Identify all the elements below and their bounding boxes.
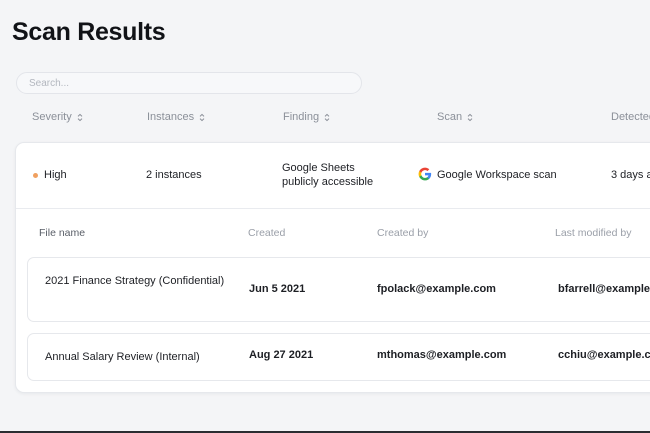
scan-value: Google Workspace scan: [437, 169, 557, 181]
file-row[interactable]: 2021 Finance Strategy (Confidential) Jun…: [27, 257, 650, 322]
search-input[interactable]: [17, 73, 361, 94]
sort-icon: [467, 113, 473, 121]
sub-header-created-by: Created by: [377, 227, 429, 239]
finding-summary-row[interactable]: High 2 instances Google Sheets publicly …: [16, 143, 650, 208]
sort-icon: [77, 113, 83, 121]
column-header-finding[interactable]: Finding: [283, 111, 330, 123]
created-by: fpolack@example.com: [377, 283, 496, 295]
last-modified-by: cchiu@example.com: [558, 349, 650, 361]
scan-result-card: High 2 instances Google Sheets publicly …: [15, 142, 650, 393]
search-box[interactable]: [16, 72, 362, 94]
file-name-link[interactable]: Annual Salary Review (Internal): [45, 349, 200, 365]
sub-header-file-name: File name: [39, 227, 86, 239]
column-header-label: Detected: [611, 111, 650, 123]
sub-header-created: Created: [248, 227, 286, 239]
severity-indicator-dot: [33, 173, 38, 178]
column-header-scan[interactable]: Scan: [437, 111, 473, 123]
last-modified-by: bfarrell@example.com: [558, 283, 650, 295]
page-title: Scan Results: [12, 18, 166, 46]
sort-icon: [199, 113, 205, 121]
created-date: Jun 5 2021: [249, 283, 306, 295]
created-by: mthomas@example.com: [377, 349, 507, 361]
column-header-label: Finding: [283, 111, 320, 123]
column-header-label: Instances: [147, 111, 195, 123]
finding-value-line2: publicly accessible: [282, 176, 374, 188]
finding-value-line1: Google Sheets: [282, 162, 355, 174]
file-row[interactable]: Annual Salary Review (Internal) Aug 27 2…: [27, 333, 650, 381]
scan-results-page: Scan Results Severity Instances Finding …: [0, 0, 650, 433]
card-divider: [16, 208, 650, 209]
column-header-instances[interactable]: Instances: [147, 111, 205, 123]
column-header-severity[interactable]: Severity: [32, 111, 83, 123]
column-header-label: Severity: [32, 111, 72, 123]
google-icon: [418, 167, 432, 181]
instances-value: 2 instances: [146, 169, 202, 181]
severity-value: High: [44, 169, 67, 181]
column-header-label: Scan: [437, 111, 463, 123]
sub-header-last-modified-by: Last modified by: [555, 227, 632, 239]
created-date: Aug 27 2021: [249, 349, 314, 361]
detected-value: 3 days ago: [611, 169, 650, 181]
column-header-detected[interactable]: Detected: [611, 111, 650, 123]
sort-icon: [324, 113, 330, 121]
file-name-link[interactable]: 2021 Finance Strategy (Confidential): [45, 273, 224, 289]
